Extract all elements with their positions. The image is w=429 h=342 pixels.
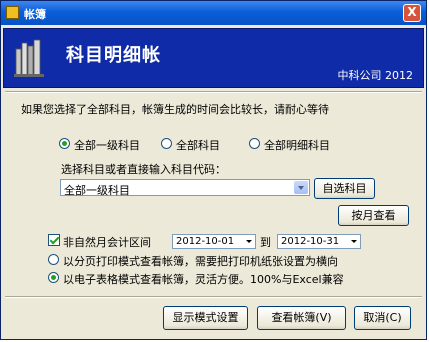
to-label: 到: [260, 236, 271, 249]
banner-heading: 科目明细帐: [66, 45, 161, 66]
view-ledger-button[interactable]: 查看帐簿(V): [257, 306, 346, 330]
close-button[interactable]: X: [403, 4, 421, 22]
divider: [5, 296, 422, 298]
divider: [5, 91, 422, 93]
app-icon: [6, 6, 19, 19]
display-settings-button[interactable]: 显示模式设置: [163, 306, 248, 330]
scope-label-detail: 全部明细科目: [264, 139, 330, 152]
ledger-books-icon: [14, 39, 44, 77]
end-date-picker[interactable]: 2012-10-31: [277, 234, 361, 249]
header-banner: 科目明细帐 中科公司 2012: [3, 28, 424, 88]
fiscal-period-label: 非自然月会计区间: [63, 236, 151, 249]
scope-label-level1: 全部一级科目: [74, 139, 140, 152]
company-label: 中科公司 2012: [337, 69, 414, 82]
mode-radio-spreadsheet[interactable]: [48, 272, 59, 283]
cancel-button[interactable]: 取消(C): [354, 306, 411, 330]
scope-radio-detail[interactable]: [249, 138, 260, 149]
start-date-value: 2012-10-01: [176, 236, 235, 247]
mode-radio-print[interactable]: [48, 254, 59, 265]
ledger-dialog: 帐簿 X 科目明细帐 中科公司 2012 如果您选择了全部科目，帐簿生成的时间会…: [0, 0, 427, 340]
chevron-down-icon[interactable]: [348, 236, 359, 247]
chevron-down-icon[interactable]: [294, 181, 308, 194]
account-select-value: 全部一级科目: [64, 184, 130, 197]
by-month-button[interactable]: 按月查看: [338, 205, 409, 226]
title-bar[interactable]: 帐簿 X: [1, 1, 426, 25]
scope-radio-all[interactable]: [161, 138, 172, 149]
mode-label-spreadsheet: 以电子表格模式查看帐簿，灵活方便。100%与Excel兼容: [63, 273, 344, 286]
notice-text: 如果您选择了全部科目，帐簿生成的时间会比较长，请耐心等待: [21, 103, 329, 116]
scope-radio-level1[interactable]: [59, 138, 70, 149]
choose-account-button[interactable]: 自选科目: [314, 178, 375, 199]
start-date-picker[interactable]: 2012-10-01: [172, 234, 256, 249]
account-prompt: 选择科目或者直接输入科目代码：: [61, 163, 226, 176]
mode-label-print: 以分页打印模式查看帐簿，需要把打印机纸张设置为横向: [63, 255, 338, 268]
window-title: 帐簿: [24, 8, 46, 21]
account-select[interactable]: 全部一级科目: [60, 179, 310, 197]
fiscal-period-checkbox[interactable]: [48, 234, 60, 246]
end-date-value: 2012-10-31: [281, 236, 340, 247]
scope-label-all: 全部科目: [176, 139, 220, 152]
chevron-down-icon[interactable]: [243, 236, 254, 247]
